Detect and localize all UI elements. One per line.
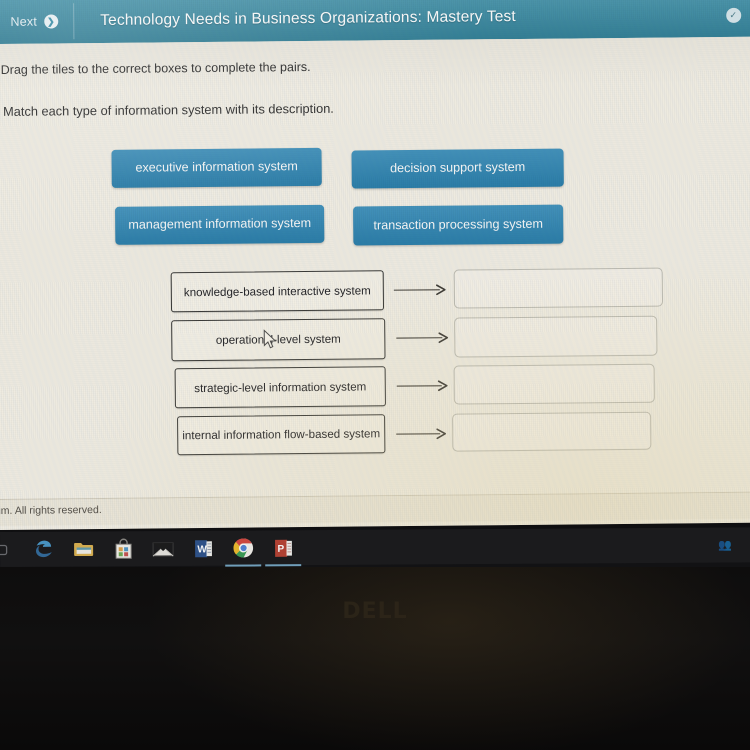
prompt-knowledge-based-interactive-system: knowledge-based interactive system [170, 270, 385, 313]
arrow-right-icon [396, 380, 453, 393]
dell-logo: DELL [342, 599, 408, 624]
microsoft-edge-icon[interactable] [32, 538, 54, 560]
instruction-match: Match each type of information system wi… [3, 100, 334, 119]
next-button[interactable]: Next ❯ [0, 0, 75, 44]
people-icon[interactable]: 👥 [718, 539, 732, 552]
arrow-right-icon [393, 284, 451, 297]
arrow-right-icon [395, 428, 451, 441]
prompt-label: knowledge-based interactive system [183, 283, 371, 299]
drop-target-2[interactable] [454, 315, 658, 358]
mail-icon[interactable] [152, 537, 174, 559]
draggable-tile-executive-information-system[interactable]: executive information system [111, 147, 322, 188]
match-row: knowledge-based interactive system [170, 267, 664, 313]
microsoft-powerpoint-icon[interactable]: P [272, 537, 294, 559]
tile-label: decision support system [390, 159, 526, 176]
draggable-tile-management-information-system[interactable]: management information system [115, 204, 325, 245]
drop-target-3[interactable] [453, 363, 655, 405]
match-row: operational-level system [171, 315, 658, 362]
tile-label: transaction processing system [373, 216, 543, 232]
arrow-right-icon [395, 332, 453, 345]
svg-text:W: W [197, 544, 207, 555]
prompt-label: operational-level system [215, 332, 341, 347]
draggable-tile-transaction-processing-system[interactable]: transaction processing system [353, 204, 564, 246]
check-circle-icon: ✓ [725, 7, 741, 23]
taskbar-tray: 👥 [718, 528, 732, 563]
tile-label: management information system [128, 216, 312, 232]
page-title: Technology Needs in Business Organizatio… [100, 7, 516, 29]
drop-target-4[interactable] [452, 411, 652, 452]
tile-label: executive information system [135, 159, 298, 175]
microsoft-word-icon[interactable]: W [192, 537, 214, 559]
windows-taskbar: W P 👥 [0, 527, 750, 567]
submit-status-button[interactable]: ✓ [710, 0, 750, 37]
prompt-internal-information-flow-based-system: internal information flow-based system [177, 414, 386, 456]
svg-text:P: P [277, 543, 284, 554]
prompt-label: strategic-level information system [194, 379, 367, 395]
draggable-tile-decision-support-system[interactable]: decision support system [351, 148, 564, 189]
prompt-strategic-level-information-system: strategic-level information system [174, 366, 386, 409]
match-row: internal information flow-based system [177, 411, 652, 457]
google-chrome-icon[interactable] [232, 537, 254, 559]
copyright-text: um. All rights reserved. [0, 503, 102, 518]
prompt-operational-level-system: operational-level system [171, 318, 386, 362]
laptop-photo: Next ❯ Technology Needs in Business Orga… [0, 0, 750, 750]
cortana-search-icon[interactable] [0, 538, 14, 560]
prompt-label: internal information flow-based system [182, 427, 381, 443]
question-card: Drag the tiles to the correct boxes to c… [0, 36, 750, 499]
arrow-right-circle-icon: ❯ [43, 14, 59, 29]
taskbar-icon-strip: W P [0, 530, 294, 567]
file-explorer-icon[interactable] [72, 538, 94, 560]
microsoft-store-icon[interactable] [112, 538, 134, 560]
match-row: strategic-level information system [174, 363, 655, 409]
instruction-drag: Drag the tiles to the correct boxes to c… [0, 59, 311, 77]
next-button-label: Next [10, 14, 38, 29]
bezel-glow [0, 567, 750, 750]
drop-target-1[interactable] [453, 267, 664, 309]
laptop-screen: Next ❯ Technology Needs in Business Orga… [0, 0, 750, 530]
laptop-bezel: DELL [0, 567, 750, 750]
